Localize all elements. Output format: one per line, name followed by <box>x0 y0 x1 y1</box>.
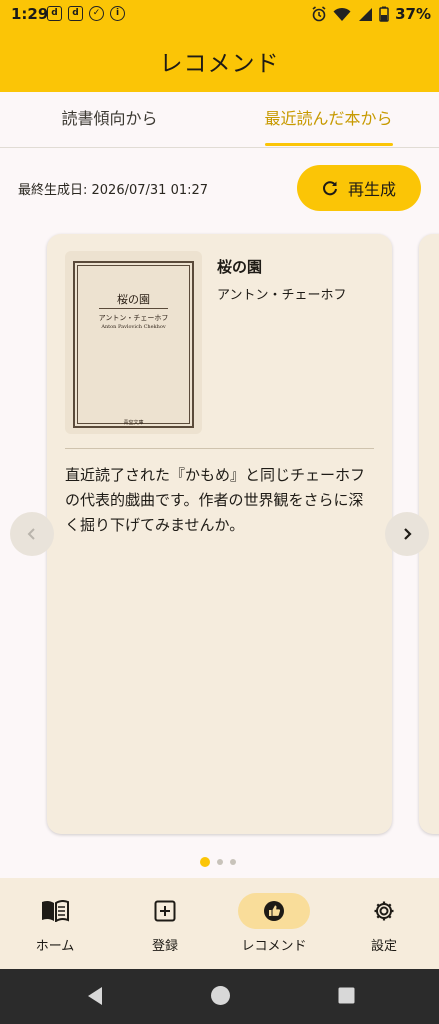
cover-rule <box>99 308 168 309</box>
cover-title: 桜の園 <box>117 293 150 306</box>
nav-register[interactable]: 登録 <box>110 878 220 969</box>
home-circle-icon[interactable] <box>210 985 231 1006</box>
card-divider <box>65 448 374 449</box>
alarm-icon <box>312 6 326 22</box>
notification-d-icon: d <box>68 6 83 21</box>
system-navigation-bar <box>0 969 439 1024</box>
cover-frame-inner <box>77 265 190 424</box>
carousel-dot <box>217 859 223 865</box>
page-title: レコメンド <box>159 51 280 77</box>
carousel-dot <box>230 859 236 865</box>
nav-home[interactable]: ホーム <box>0 878 110 969</box>
wifi-icon <box>333 7 351 21</box>
back-icon[interactable] <box>86 986 104 1006</box>
recents-icon[interactable] <box>338 987 355 1004</box>
app-header: 1:29 d d ✓ i 37% レコメンド <box>0 0 439 92</box>
book-title: 桜の園 <box>217 258 263 276</box>
chevron-right-icon <box>404 528 412 540</box>
regenerate-label: 再生成 <box>347 180 396 199</box>
signal-icon <box>359 7 373 21</box>
status-bar: 1:29 d d ✓ i 37% <box>0 0 439 30</box>
last-generated-date: 最終生成日: 2026/07/31 01:27 <box>18 183 209 198</box>
notification-info-icon: i <box>110 6 125 21</box>
book-open-icon <box>39 895 71 927</box>
cover-roman-author: Anton Pavlovich Chekhov <box>101 324 166 330</box>
recommendation-card[interactable]: 桜の園 アントン・チェーホフ Anton Pavlovich Chekhov 青… <box>47 234 392 834</box>
next-button[interactable] <box>385 512 429 556</box>
book-cover: 桜の園 アントン・チェーホフ Anton Pavlovich Chekhov 青… <box>65 251 202 434</box>
previous-button[interactable] <box>10 512 54 556</box>
notification-check-icon: ✓ <box>89 6 104 21</box>
nav-settings[interactable]: 設定 <box>329 878 439 969</box>
book-author: アントン・チェーホフ <box>217 288 347 303</box>
tab-reading-trends[interactable]: 読書傾向から <box>0 92 219 148</box>
carousel-dot-active <box>200 857 210 867</box>
battery-icon <box>379 6 389 22</box>
tab-bar: 読書傾向から 最近読んだ本から <box>0 92 439 148</box>
thumb-up-icon <box>258 895 290 927</box>
status-right: 37% <box>311 5 431 23</box>
cover-author: アントン・チェーホフ <box>98 314 169 322</box>
notification-icons: d d ✓ i <box>47 6 125 21</box>
nav-recommend-label: レコメンド <box>241 939 307 954</box>
add-box-icon <box>149 895 181 927</box>
battery-percent: 37% <box>395 5 431 23</box>
regenerate-button[interactable]: 再生成 <box>297 165 421 211</box>
nav-register-label: 登録 <box>151 939 178 954</box>
status-time: 1:29 <box>11 5 49 23</box>
tab-recently-read[interactable]: 最近読んだ本から <box>219 92 438 148</box>
refresh-icon <box>323 181 337 196</box>
nav-settings-label: 設定 <box>370 939 397 954</box>
carousel-indicator <box>200 857 236 867</box>
notification-d-icon: d <box>47 6 62 21</box>
nav-home-label: ホーム <box>35 939 75 954</box>
recommendation-reason: 直近読了された『かもめ』と同じチェーホフの代表的戯曲です。作者の世界観をさらに深… <box>65 466 366 534</box>
nav-recommend[interactable]: レコメンド <box>219 878 329 969</box>
chevron-left-icon <box>27 528 35 540</box>
gear-icon <box>368 895 400 927</box>
cover-publisher: 青空文庫 <box>123 420 144 426</box>
tab-indicator <box>265 143 393 146</box>
